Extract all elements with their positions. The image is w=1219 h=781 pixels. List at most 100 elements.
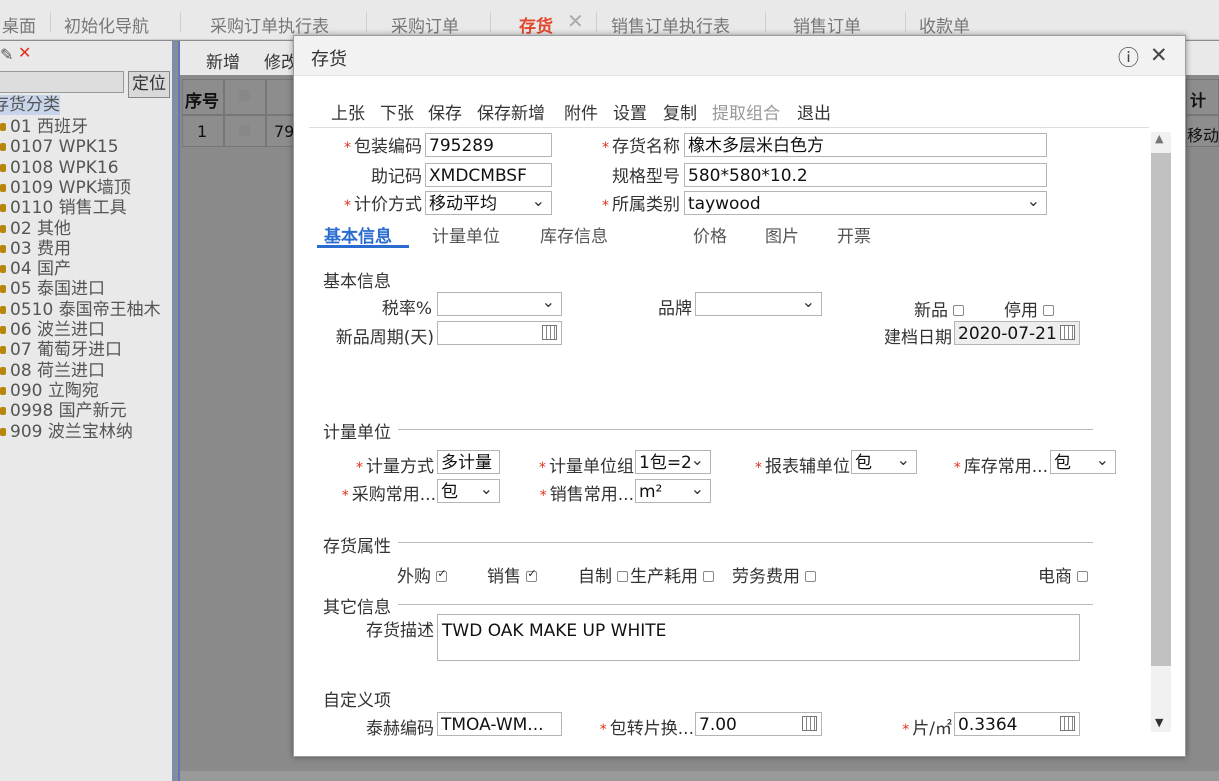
exit-button[interactable]: 退出 [797, 99, 831, 124]
description-textarea[interactable]: TWD OAK MAKE UP WHITE [437, 614, 1080, 661]
tree-item[interactable]: 03 费用 [0, 239, 71, 259]
tree-item[interactable]: 0110 销售工具 [0, 198, 127, 218]
scroll-down-icon[interactable]: ▼ [1155, 716, 1163, 729]
sales-unit-label: * 销售常用... [539, 485, 634, 505]
tax-select[interactable] [437, 292, 562, 316]
tab-stock-info[interactable]: 库存信息 [540, 222, 608, 247]
tab-units[interactable]: 计量单位 [432, 222, 500, 247]
mnemonic-field[interactable]: XMDCMBSF [425, 163, 552, 187]
select-all-checkbox[interactable] [224, 79, 266, 115]
save-button[interactable]: 保存 [428, 99, 462, 124]
tab-init-nav[interactable]: 初始化导航 [64, 12, 149, 37]
tab-separator [596, 12, 597, 32]
tab-receipt[interactable]: 收款单 [919, 12, 970, 37]
tree-item[interactable]: 04 国产 [0, 259, 71, 279]
measure-method-label: * 计量方式 [356, 457, 434, 477]
measure-method-select[interactable]: 多计量 [437, 450, 500, 474]
tree-item[interactable]: 0108 WPK16 [0, 158, 119, 178]
tab-desktop[interactable]: 桌面 [2, 12, 36, 37]
calendar-icon[interactable] [1060, 325, 1075, 340]
tree-item-label: 03 费用 [10, 238, 72, 259]
folder-icon [0, 427, 6, 436]
row-checkbox[interactable] [224, 115, 266, 147]
tab-basic-info[interactable]: 基本信息 [324, 222, 392, 247]
add-button[interactable]: 新增 [206, 48, 240, 73]
tree-item[interactable]: 01 西班牙 [0, 117, 88, 137]
name-field[interactable]: 橡木多层米白色方 [684, 133, 1047, 157]
close-icon[interactable]: ✕ [567, 9, 584, 33]
pack-conversion-field[interactable]: 7.00 [695, 712, 822, 736]
calculator-icon[interactable] [802, 716, 817, 731]
service-fee-checkbox[interactable]: 劳务费用 [732, 562, 817, 587]
tree-item[interactable]: 02 其他 [0, 219, 71, 239]
pack-code-field[interactable]: 795289 [425, 133, 552, 157]
outsourced-checkbox[interactable]: 外购 [397, 562, 448, 587]
unit-group-select[interactable]: 1包=2 [635, 450, 711, 474]
pack-conversion-label: * 包转片换... [599, 719, 694, 739]
production-checkbox[interactable]: 生产耗用 [630, 562, 715, 587]
tree-item[interactable]: 08 荷兰进口 [0, 361, 105, 381]
sales-unit-select[interactable]: m² [635, 479, 711, 503]
scrollbar-thumb[interactable] [1151, 153, 1171, 666]
tree-root[interactable]: 存货分类 [0, 95, 60, 115]
tree-item[interactable]: 0510 泰国帝王柚木 [0, 300, 161, 320]
pricing-select[interactable]: 移动平均 [425, 191, 552, 215]
delete-icon[interactable]: ✕ [18, 43, 31, 62]
pricing-header: 计价 [1186, 79, 1219, 134]
settings-button[interactable]: 设置 [613, 99, 647, 124]
tab-inventory[interactable]: 存货 [519, 12, 553, 37]
new-period-field[interactable] [437, 321, 562, 345]
tab-purchase-order[interactable]: 采购订单 [391, 12, 459, 37]
tab-image[interactable]: 图片 [765, 222, 799, 247]
brand-select[interactable] [695, 292, 822, 316]
locate-input[interactable] [0, 71, 124, 93]
tree-item-label: 909 波兰宝林纳 [10, 421, 133, 442]
extract-combo-button[interactable]: 提取组合 [712, 99, 780, 124]
tree-item[interactable]: 0998 国产新元 [0, 401, 127, 421]
scroll-up-icon[interactable]: ▲ [1155, 132, 1163, 145]
tab-purchase-exec[interactable]: 采购订单执行表 [210, 12, 329, 37]
copy-button[interactable]: 复制 [663, 99, 697, 124]
close-icon[interactable]: ✕ [1150, 43, 1168, 67]
taihe-code-field[interactable]: TMOA-WM... [437, 712, 562, 736]
edit-icon[interactable]: ✎ [0, 45, 13, 64]
prev-button[interactable]: 上张 [331, 99, 365, 124]
tree-item[interactable]: 0107 WPK15 [0, 137, 119, 157]
selfmade-checkbox[interactable]: 自制 [578, 562, 629, 587]
tree-item[interactable]: 909 波兰宝林纳 [0, 422, 133, 442]
tree-item[interactable]: 0109 WPK墙顶 [0, 178, 131, 198]
tab-sales-order[interactable]: 销售订单 [793, 12, 861, 37]
created-date-field[interactable]: 2020-07-21 [954, 321, 1080, 345]
help-icon[interactable]: ⓘ [1118, 42, 1139, 72]
stock-unit-select[interactable]: 包 [1050, 450, 1116, 474]
toolbar-divider [309, 127, 1149, 128]
active-tab-indicator [317, 245, 409, 248]
ecommerce-checkbox[interactable]: 电商 [1038, 562, 1089, 587]
category-select[interactable]: taywood [684, 191, 1047, 215]
horizontal-scrollbar[interactable] [180, 771, 1219, 781]
new-product-checkbox[interactable]: 新品 [914, 296, 965, 321]
attachment-button[interactable]: 附件 [564, 99, 598, 124]
tree-item[interactable]: 07 葡萄牙进口 [0, 340, 122, 360]
spec-field[interactable]: 580*580*10.2 [684, 163, 1047, 187]
disabled-checkbox[interactable]: 停用 [1004, 296, 1055, 321]
tab-invoice[interactable]: 开票 [837, 222, 871, 247]
pieces-per-m2-field[interactable]: 0.3364 [954, 712, 1080, 736]
locate-button[interactable]: 定位 [128, 71, 170, 98]
save-new-button[interactable]: 保存新增 [477, 99, 545, 124]
tree-item[interactable]: 06 波兰进口 [0, 320, 105, 340]
tab-sales-exec[interactable]: 销售订单执行表 [611, 12, 730, 37]
tree-item[interactable]: 090 立陶宛 [0, 381, 99, 401]
sales-checkbox[interactable]: 销售 [487, 562, 538, 587]
unit-group-label: * 计量单位组 [539, 457, 634, 477]
calculator-icon[interactable] [1060, 716, 1075, 731]
table-row-code: 79 [266, 115, 294, 147]
next-button[interactable]: 下张 [380, 99, 414, 124]
calendar-icon[interactable] [542, 325, 557, 340]
name-label: * 存货名称 [602, 137, 680, 157]
purchase-unit-select[interactable]: 包 [437, 479, 500, 503]
tab-price[interactable]: 价格 [693, 222, 727, 247]
report-unit-select[interactable]: 包 [851, 450, 917, 474]
folder-icon [0, 163, 6, 172]
tree-item[interactable]: 05 泰国进口 [0, 279, 105, 299]
